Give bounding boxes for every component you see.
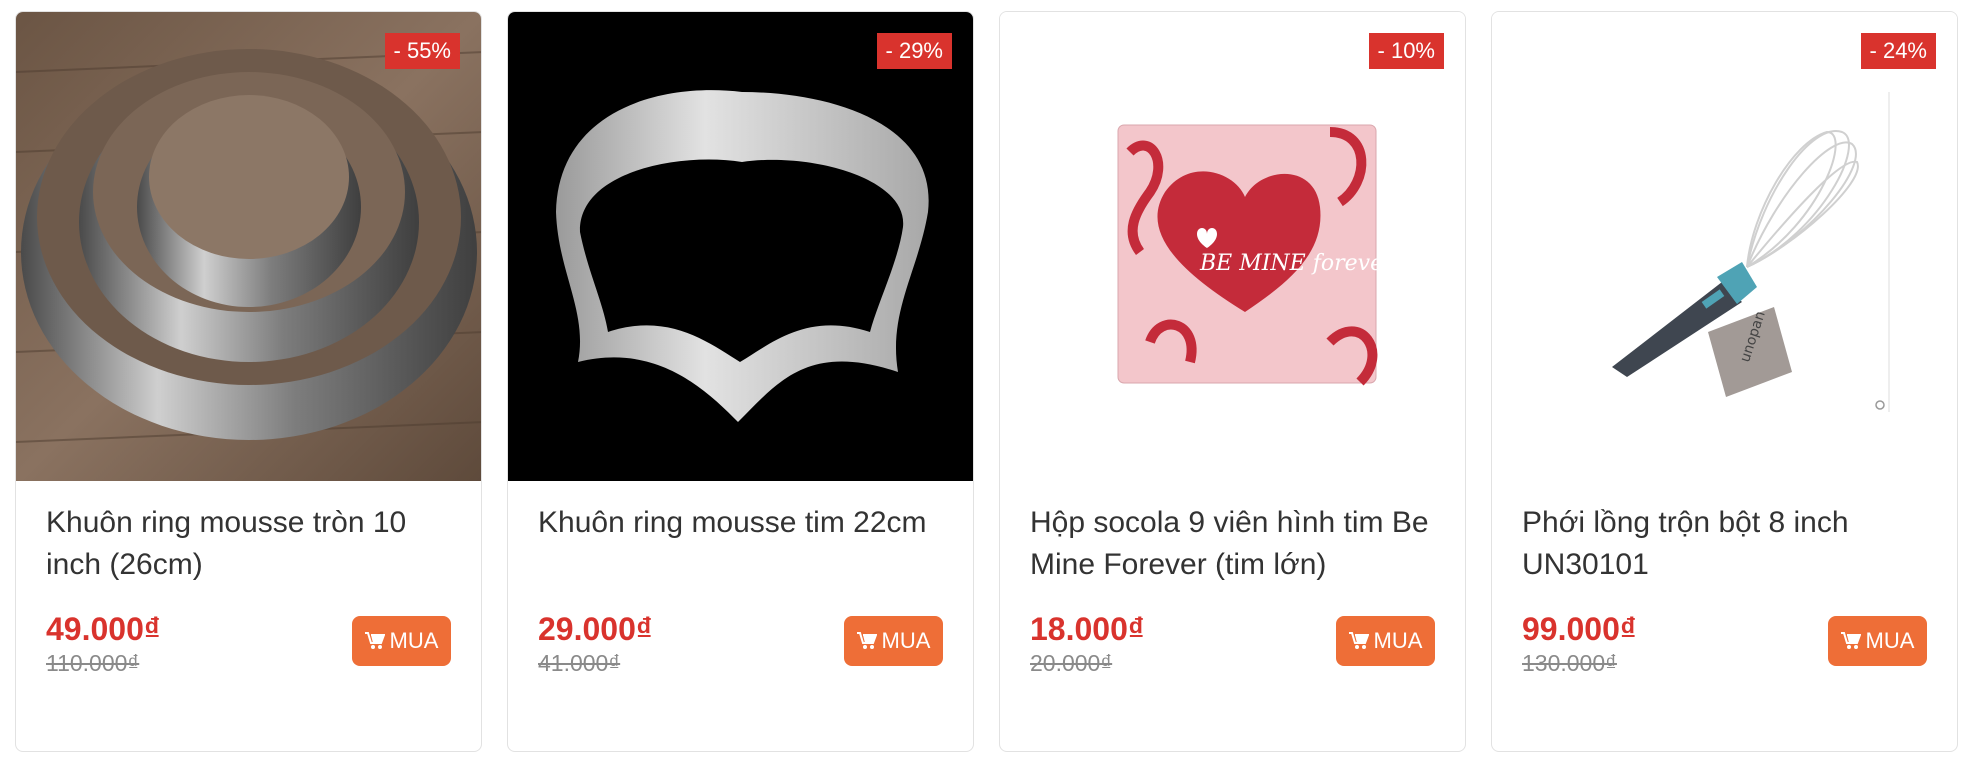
product-image[interactable]: BE MINE forever - 10% <box>1000 12 1465 481</box>
product-price: 18.000₫ <box>1030 611 1145 647</box>
original-price: 110.000₫ <box>46 650 140 676</box>
buy-button[interactable]: MUA <box>1336 616 1435 666</box>
product-grid: - 55% Khuôn ring mousse tròn 10 inch (26… <box>0 0 1974 764</box>
discount-badge: - 10% <box>1368 33 1444 69</box>
product-title[interactable]: Khuôn ring mousse tim 22cm <box>538 502 949 544</box>
product-price: 29.000₫ <box>538 611 653 647</box>
product-card[interactable]: unopan - 24% Phới lồng trộn bột 8 inch U… <box>1491 11 1958 752</box>
cart-icon <box>856 632 877 650</box>
cart-icon <box>1840 632 1861 650</box>
original-price: 20.000₫ <box>1030 650 1113 676</box>
buy-button[interactable]: MUA <box>1828 616 1927 666</box>
buy-label: MUA <box>1865 628 1915 653</box>
product-card[interactable]: - 29% Khuôn ring mousse tim 22cm 29.000₫… <box>507 11 974 752</box>
product-price: 99.000₫ <box>1522 611 1637 647</box>
product-card[interactable]: BE MINE forever - 10% Hộp socola 9 viên … <box>999 11 1466 752</box>
product-title[interactable]: Phới lồng trộn bột 8 inch UN30101 <box>1522 502 1933 586</box>
product-card[interactable]: - 55% Khuôn ring mousse tròn 10 inch (26… <box>15 11 482 752</box>
cart-icon <box>364 632 385 650</box>
product-image[interactable]: - 29% <box>508 12 973 481</box>
buy-button[interactable]: MUA <box>352 616 451 666</box>
discount-badge: - 24% <box>1860 33 1936 69</box>
product-title[interactable]: Khuôn ring mousse tròn 10 inch (26cm) <box>46 502 457 586</box>
discount-badge: - 29% <box>876 33 952 69</box>
product-image[interactable]: unopan - 24% <box>1492 12 1957 481</box>
buy-label: MUA <box>881 628 931 653</box>
discount-badge: - 55% <box>384 33 460 69</box>
cart-icon <box>1348 632 1369 650</box>
product-image[interactable]: - 55% <box>16 12 481 481</box>
product-price: 49.000₫ <box>46 611 161 647</box>
buy-label: MUA <box>1373 628 1423 653</box>
buy-button[interactable]: MUA <box>844 616 943 666</box>
original-price: 130.000₫ <box>1522 650 1617 676</box>
box-label: BE MINE forever <box>1199 251 1395 276</box>
product-title[interactable]: Hộp socola 9 viên hình tim Be Mine Forev… <box>1030 502 1441 586</box>
original-price: 41.000₫ <box>538 650 621 676</box>
buy-label: MUA <box>389 628 439 653</box>
